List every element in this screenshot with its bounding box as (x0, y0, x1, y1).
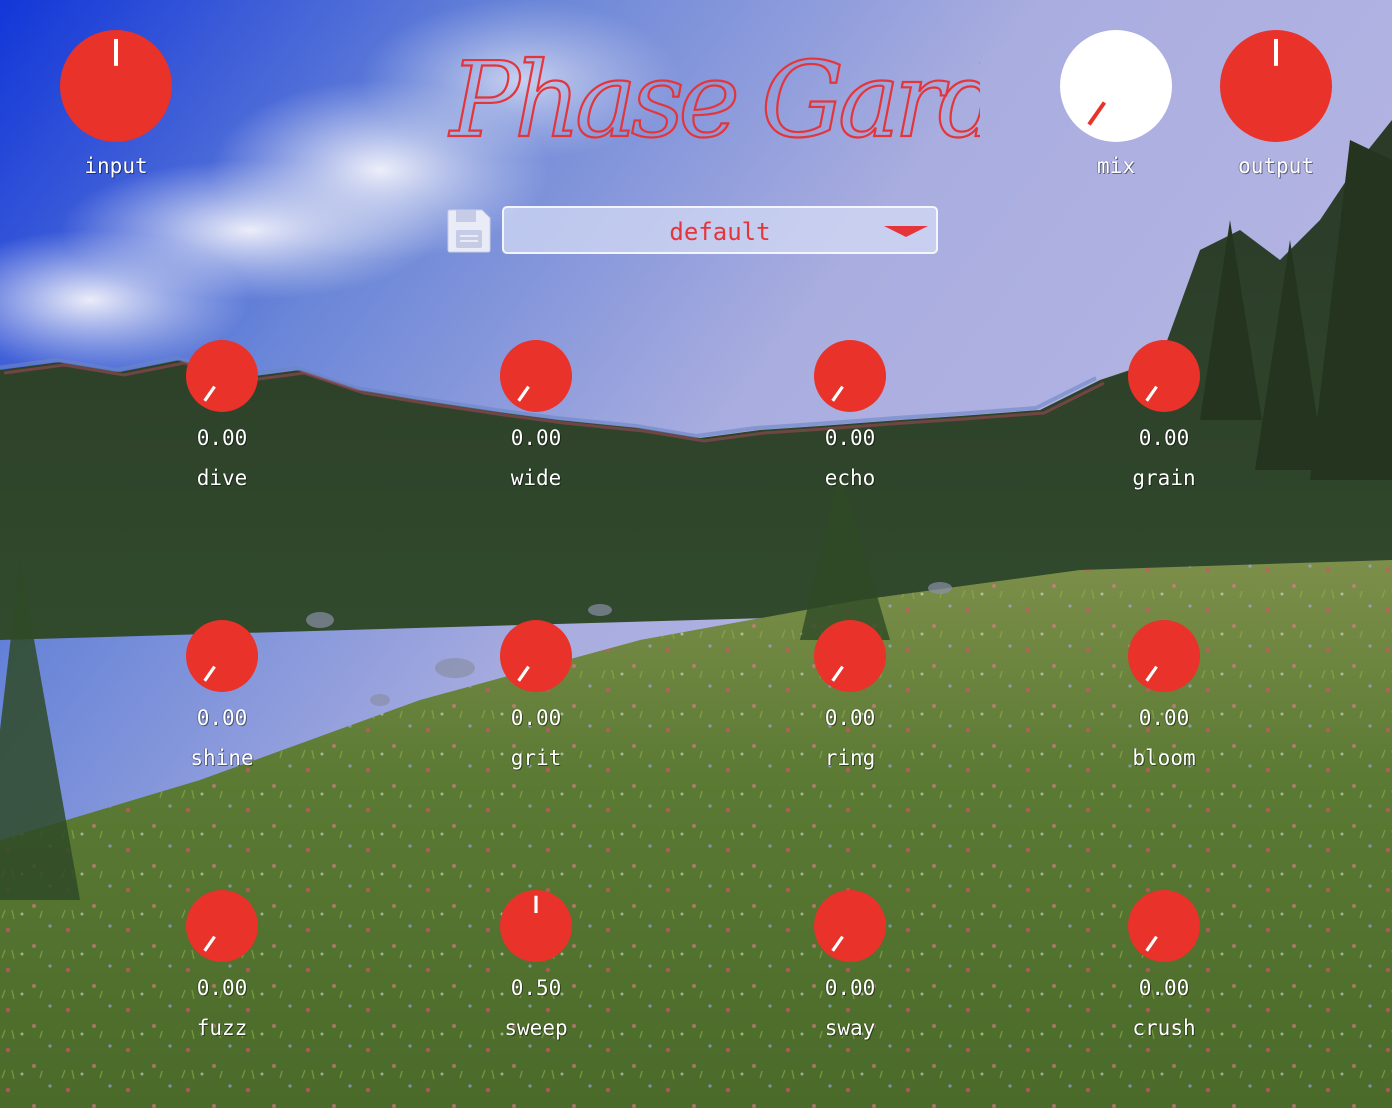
sweep-label: sweep (504, 1016, 568, 1040)
knob-pointer (1145, 385, 1158, 402)
grit-label: grit (510, 746, 562, 770)
echo-label: echo (824, 466, 876, 490)
knob-pointer (534, 895, 538, 914)
knob-pointer (1145, 665, 1158, 682)
fuzz-label: fuzz (196, 1016, 248, 1040)
dive-value: 0.00 (196, 426, 248, 450)
wide-knob[interactable] (500, 340, 572, 412)
fuzz-value: 0.00 (196, 976, 248, 1000)
knob-pointer-line (1145, 665, 1158, 682)
bloom-knob[interactable] (1128, 620, 1200, 692)
knob-group-grit: 0.00 grit (486, 620, 586, 770)
sway-value: 0.00 (824, 976, 876, 1000)
grit-value: 0.00 (510, 706, 562, 730)
preset-selected-value: default (669, 218, 771, 246)
ring-value: 0.00 (824, 706, 876, 730)
echo-value: 0.00 (824, 426, 876, 450)
grain-value: 0.00 (1138, 426, 1190, 450)
svg-text:Phase Garden: Phase Garden (448, 39, 980, 161)
grain-knob[interactable] (1128, 340, 1200, 412)
knob-pointer-line (1087, 101, 1107, 126)
knob-pointer (203, 935, 216, 952)
output-label: output (1238, 154, 1314, 178)
ring-knob[interactable] (814, 620, 886, 692)
knob-group-echo: 0.00 echo (800, 340, 900, 490)
floppy-disk-icon[interactable] (446, 208, 492, 254)
knob-pointer-line (203, 385, 216, 402)
knob-pointer (203, 665, 216, 682)
knob-group-grain: 0.00 grain (1114, 340, 1214, 490)
knob-pointer-line (517, 385, 530, 402)
knob-group-dive: 0.00 dive (172, 340, 272, 490)
ring-label: ring (824, 746, 876, 770)
caret-down-icon[interactable] (884, 226, 928, 237)
crush-value: 0.00 (1138, 976, 1190, 1000)
mix-knob-group: mix (1058, 30, 1174, 178)
knob-pointer-line (1145, 935, 1158, 952)
crush-label: crush (1132, 1016, 1196, 1040)
knob-group-crush: 0.00 crush (1114, 890, 1214, 1040)
knob-pointer (517, 665, 530, 682)
knob-pointer-line (203, 665, 216, 682)
shine-label: shine (190, 746, 254, 770)
input-label: input (84, 154, 148, 178)
knob-group-ring: 0.00 ring (800, 620, 900, 770)
fuzz-knob[interactable] (186, 890, 258, 962)
knob-group-wide: 0.00 wide (486, 340, 586, 490)
sway-label: sway (824, 1016, 876, 1040)
knob-pointer-line (1145, 385, 1158, 402)
knob-group-bloom: 0.00 bloom (1114, 620, 1214, 770)
knob-pointer (1274, 38, 1278, 66)
knob-pointer-line (517, 665, 530, 682)
echo-knob[interactable] (814, 340, 886, 412)
knob-pointer (1087, 101, 1107, 126)
knob-pointer (831, 665, 844, 682)
app-title: Phase Garden (447, 38, 980, 162)
wide-label: wide (510, 466, 562, 490)
mix-knob[interactable] (1060, 30, 1172, 142)
preset-dropdown[interactable]: default (502, 206, 938, 254)
sweep-knob[interactable] (500, 890, 572, 962)
knob-group-sway: 0.00 sway (800, 890, 900, 1040)
output-knob[interactable] (1220, 30, 1332, 142)
bloom-label: bloom (1132, 746, 1196, 770)
bloom-value: 0.00 (1138, 706, 1190, 730)
output-knob-group: output (1218, 30, 1334, 178)
knob-pointer-line (203, 935, 216, 952)
knob-pointer-line (831, 385, 844, 402)
knob-pointer (1145, 935, 1158, 952)
knob-group-fuzz: 0.00 fuzz (172, 890, 272, 1040)
knob-pointer (203, 385, 216, 402)
knob-pointer (517, 385, 530, 402)
knob-pointer (831, 935, 844, 952)
grain-label: grain (1132, 466, 1196, 490)
input-knob[interactable] (60, 30, 172, 142)
shine-value: 0.00 (196, 706, 248, 730)
grit-knob[interactable] (500, 620, 572, 692)
wide-value: 0.00 (510, 426, 562, 450)
dive-label: dive (196, 466, 248, 490)
input-knob-group: input (58, 30, 174, 178)
knob-group-sweep: 0.50 sweep (486, 890, 586, 1040)
knob-pointer (831, 385, 844, 402)
crush-knob[interactable] (1128, 890, 1200, 962)
knob-pointer-line (831, 665, 844, 682)
knob-group-shine: 0.00 shine (172, 620, 272, 770)
mix-label: mix (1097, 154, 1135, 178)
shine-knob[interactable] (186, 620, 258, 692)
sway-knob[interactable] (814, 890, 886, 962)
knob-pointer-line (831, 935, 844, 952)
dive-knob[interactable] (186, 340, 258, 412)
knob-pointer (114, 38, 118, 66)
sweep-value: 0.50 (510, 976, 562, 1000)
